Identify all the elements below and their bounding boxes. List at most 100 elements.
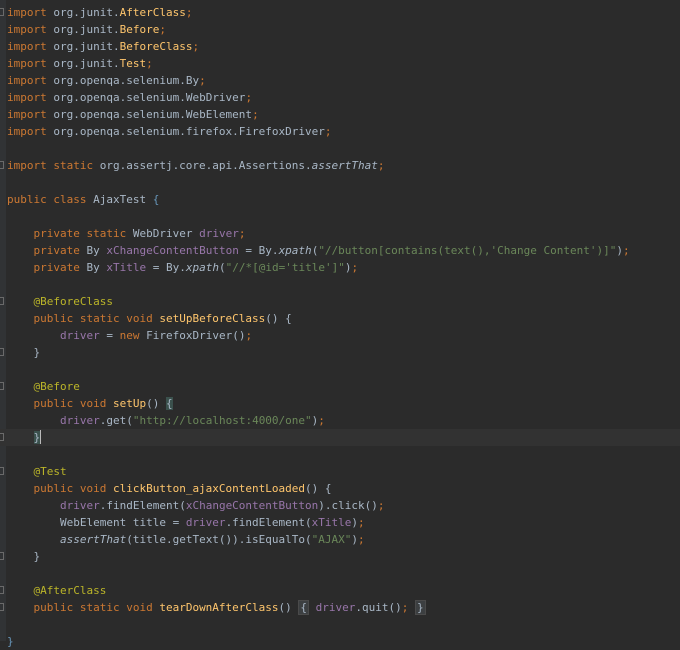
code-line[interactable]: @BeforeClass <box>0 293 680 310</box>
code-line[interactable]: import org.openqa.selenium.WebDriver; <box>0 89 680 106</box>
code-line[interactable]: driver.get("http://localhost:4000/one"); <box>0 412 680 429</box>
code-token: import <box>7 74 47 87</box>
code-line[interactable]: import org.openqa.selenium.By; <box>0 72 680 89</box>
code-line[interactable] <box>0 565 680 582</box>
code-token: xpath <box>185 261 219 274</box>
code-token: ; <box>351 261 359 274</box>
code-area[interactable]: import org.junit.AfterClass; import org.j… <box>0 4 680 650</box>
code-token: () <box>146 397 166 410</box>
code-token: ; <box>318 414 325 427</box>
code-line[interactable]: public void setUp() { <box>0 395 680 412</box>
code-line[interactable]: import org.junit.Before; <box>0 21 680 38</box>
code-token: "//button[contains(text(),'Change Conten… <box>318 244 617 257</box>
code-line[interactable]: import org.junit.Test; <box>0 55 680 72</box>
code-token: org.openqa.selenium.firefox.FirefoxDrive… <box>46 125 325 138</box>
code-token: driver <box>185 516 226 529</box>
code-token: import <box>7 57 47 70</box>
code-line[interactable] <box>0 140 680 157</box>
code-token: { <box>152 193 160 206</box>
code-token: xChangeContentButton <box>106 244 239 257</box>
fold-marker-icon[interactable] <box>0 586 4 594</box>
fold-marker-icon[interactable] <box>0 552 4 560</box>
code-token: By <box>79 261 107 274</box>
code-line[interactable]: } <box>0 344 680 361</box>
code-line[interactable]: public static void setUpBeforeClass() { <box>0 310 680 327</box>
code-token: ; <box>199 74 206 87</box>
code-line[interactable]: public void clickButton_ajaxContentLoade… <box>0 480 680 497</box>
code-token: assertThat <box>59 533 127 546</box>
code-line[interactable]: @AfterClass <box>0 582 680 599</box>
fold-marker-icon[interactable] <box>0 433 4 441</box>
code-token: ; <box>377 499 385 512</box>
code-token: } <box>7 346 41 359</box>
code-line[interactable]: driver.findElement(xChangeContentButton)… <box>0 497 680 514</box>
code-line[interactable]: @Test <box>0 463 680 480</box>
code-token: xTitle <box>106 261 147 274</box>
code-token: ; <box>146 57 153 70</box>
code-token: new <box>119 329 140 342</box>
code-line[interactable]: public class AjaxTest { <box>0 191 680 208</box>
code-token: setUp <box>112 397 147 410</box>
code-token: import <box>7 108 47 121</box>
code-line[interactable] <box>0 276 680 293</box>
code-token: { <box>298 600 310 615</box>
code-token: AfterClass <box>119 6 186 19</box>
code-token: private <box>7 261 80 274</box>
code-token: ; <box>252 108 259 121</box>
code-token: import <box>7 23 47 36</box>
code-editor[interactable]: import org.junit.AfterClass; import org.j… <box>0 0 680 648</box>
fold-marker-icon[interactable] <box>0 161 4 169</box>
code-token: xpath <box>278 244 312 257</box>
fold-marker-icon[interactable] <box>0 382 4 390</box>
code-line[interactable]: import org.junit.AfterClass; <box>0 4 680 21</box>
code-token: ; <box>622 244 630 257</box>
code-line[interactable]: @Before <box>0 378 680 395</box>
code-line[interactable] <box>0 446 680 463</box>
code-line[interactable]: private By xChangeContentButton = By.xpa… <box>0 242 680 259</box>
code-token: ; <box>192 40 200 53</box>
code-token: ; <box>245 329 253 342</box>
code-token: driver <box>59 329 100 342</box>
code-token: import static <box>7 159 94 172</box>
code-line[interactable]: driver = new FirefoxDriver(); <box>0 327 680 344</box>
code-token: tearDownAfterClass <box>159 601 279 614</box>
code-token: import <box>7 6 47 19</box>
code-line[interactable] <box>0 361 680 378</box>
code-token: } <box>7 635 14 648</box>
code-token: .quit() <box>355 601 402 614</box>
fold-marker-icon[interactable] <box>0 297 4 305</box>
code-line[interactable]: } <box>0 633 680 650</box>
code-token: ; <box>324 125 332 138</box>
code-line[interactable] <box>0 174 680 191</box>
code-line[interactable] <box>0 616 680 633</box>
code-token: public void <box>7 482 107 495</box>
code-line[interactable]: import org.openqa.selenium.firefox.Firef… <box>0 123 680 140</box>
code-line[interactable]: assertThat(title.getText()).isEqualTo("A… <box>0 531 680 548</box>
code-token: org.openqa.selenium.WebElement <box>46 108 253 121</box>
code-token: ; <box>358 516 365 529</box>
fold-marker-icon[interactable] <box>0 467 4 475</box>
code-line[interactable]: import static org.assertj.core.api.Asser… <box>0 157 680 174</box>
code-line[interactable]: } <box>0 548 680 565</box>
code-token: } <box>33 431 41 444</box>
code-line[interactable]: public static void tearDownAfterClass() … <box>0 599 680 616</box>
code-token: { <box>165 397 173 410</box>
fold-marker-icon[interactable] <box>0 8 4 16</box>
fold-marker-icon[interactable] <box>0 348 4 356</box>
code-token: org.assertj.core.api.Assertions. <box>93 159 312 172</box>
code-line[interactable]: private By xTitle = By.xpath("//*[@id='t… <box>0 259 680 276</box>
code-line[interactable] <box>0 208 680 225</box>
code-token: public void <box>7 397 107 410</box>
code-line[interactable]: private static WebDriver driver; <box>0 225 680 242</box>
fold-marker-icon[interactable] <box>0 603 4 611</box>
code-line[interactable]: import org.junit.BeforeClass; <box>0 38 680 55</box>
code-line[interactable]: import org.openqa.selenium.WebElement; <box>0 106 680 123</box>
code-token: import <box>7 125 47 138</box>
code-line[interactable]: } <box>0 429 680 446</box>
code-line[interactable]: WebElement title = driver.findElement(xT… <box>0 514 680 531</box>
